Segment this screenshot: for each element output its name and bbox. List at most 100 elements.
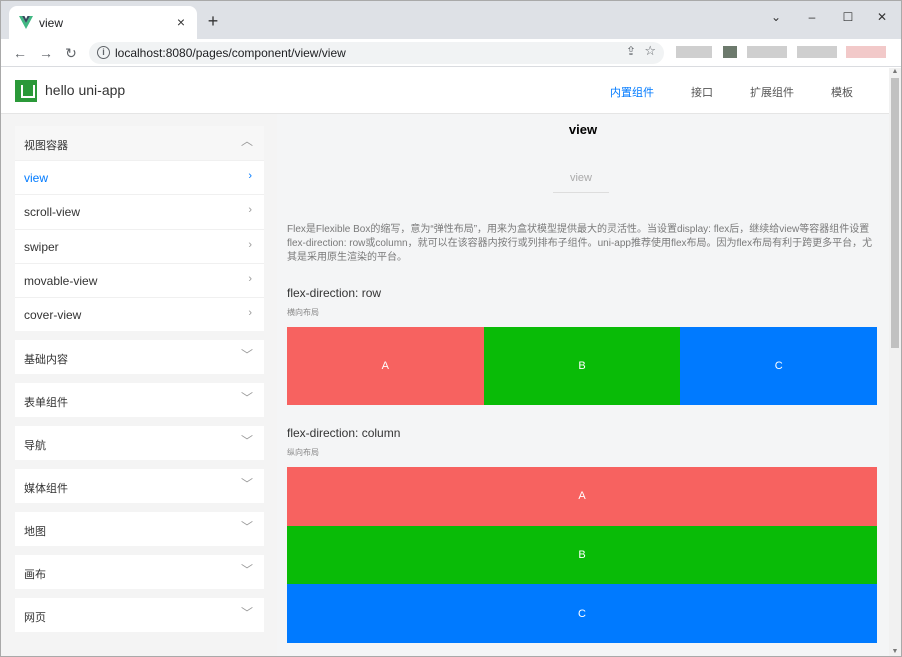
- sidebar-item-label: movable-view: [24, 273, 98, 288]
- sidebar-group-map[interactable]: 地图 ﹀: [15, 512, 264, 546]
- sidebar-group-header[interactable]: 导航 ﹀: [15, 426, 264, 460]
- chevron-down-icon: ﹀: [240, 563, 253, 577]
- chevron-right-icon: ›: [248, 170, 252, 182]
- vue-logo-icon: [19, 16, 33, 29]
- page-scrollbar[interactable]: ▲ ▼: [889, 68, 901, 656]
- box-b: B: [287, 525, 877, 585]
- reload-icon[interactable]: ↻: [62, 44, 80, 62]
- flex-column-demo: A B C: [287, 467, 877, 644]
- window-close-icon[interactable]: ✕: [867, 7, 897, 27]
- scrollbar-thumb[interactable]: [891, 78, 899, 348]
- sidebar-group-navigation[interactable]: 导航 ﹀: [15, 426, 264, 460]
- sidebar-item-label: view: [24, 171, 49, 185]
- sidebar-item-label: scroll-view: [24, 205, 81, 220]
- column-section-title: flex-direction: column: [287, 426, 401, 440]
- row-section-subtitle: 横向布局: [287, 308, 319, 317]
- tab-strip: view × + ⌄ – ☐ ✕: [1, 1, 901, 39]
- browser-toolbar: ← → ↻ i localhost:8080/pages/component/v…: [1, 39, 901, 67]
- box-c: C: [287, 584, 877, 644]
- chevron-down-icon: ﹀: [240, 606, 253, 620]
- sidebar-item-label: cover-view: [24, 308, 82, 323]
- chevron-down-icon: ﹀: [240, 434, 253, 448]
- sidebar-group-header[interactable]: 网页 ﹀: [15, 598, 264, 632]
- box-b: B: [483, 327, 681, 405]
- sidebar-item-label: swiper: [24, 239, 59, 254]
- tab-title: view: [39, 16, 64, 30]
- flex-description: Flex是Flexible Box的缩写，意为“弹性布局”，用来为盒状模型提供最…: [287, 224, 873, 263]
- sidebar-group-webview[interactable]: 网页 ﹀: [15, 598, 264, 632]
- scroll-down-arrow-icon[interactable]: ▼: [891, 648, 899, 656]
- content-panel: view view Flex是Flexible Box的缩写，意为“弹性布局”，…: [277, 114, 889, 656]
- sidebar-group-label: 基础内容: [24, 354, 68, 366]
- flex-row-demo: A B C: [287, 327, 878, 405]
- back-icon[interactable]: ←: [11, 44, 29, 62]
- chevron-down-icon: ﹀: [240, 520, 253, 534]
- sidebar-group-view-containers: 视图容器 ︿ view › scroll-view › swiper › mov…: [15, 126, 264, 332]
- sidebar-group-label: 媒体组件: [24, 483, 68, 495]
- sidebar-group-label: 画布: [24, 569, 46, 581]
- chevron-right-icon: ›: [248, 272, 252, 285]
- chevron-right-icon: ›: [248, 238, 252, 251]
- address-bar[interactable]: i localhost:8080/pages/component/view/vi…: [89, 42, 664, 64]
- sidebar-group-label: 网页: [24, 612, 46, 624]
- sidebar-group-label: 地图: [24, 526, 46, 538]
- new-tab-icon[interactable]: +: [204, 12, 222, 31]
- sidebar-group-label: 导航: [24, 440, 46, 452]
- uniapp-logo-icon: [15, 80, 37, 102]
- sidebar-group-header[interactable]: 视图容器 ︿: [15, 126, 264, 160]
- browser-tab[interactable]: view ×: [9, 6, 197, 39]
- sidebar-item-view[interactable]: view ›: [15, 160, 264, 194]
- chevron-down-icon: ﹀: [240, 477, 253, 491]
- maximize-icon[interactable]: ☐: [833, 7, 863, 27]
- sidebar-group-media[interactable]: 媒体组件 ﹀: [15, 469, 264, 503]
- box-a: A: [287, 327, 484, 405]
- sidebar-group-label: 视图容器: [24, 140, 68, 152]
- browser-window: view × + ⌄ – ☐ ✕ ← → ↻ i localhost:8080/…: [0, 0, 902, 657]
- sidebar-group-label: 表单组件: [24, 397, 68, 409]
- minimize-icon[interactable]: –: [797, 7, 827, 27]
- chevron-up-icon: ︿: [240, 134, 253, 148]
- sidebar-group-header[interactable]: 表单组件 ﹀: [15, 383, 264, 417]
- app-header: hello uni-app 内置组件 接口 扩展组件 模板: [1, 68, 889, 114]
- sidebar-group-basic-content[interactable]: 基础内容 ﹀: [15, 340, 264, 374]
- extension-icon[interactable]: [676, 46, 712, 58]
- app-title: hello uni-app: [45, 82, 126, 98]
- extension-icon[interactable]: [797, 46, 837, 58]
- nav-templates[interactable]: 模板: [831, 84, 853, 100]
- bookmark-star-icon[interactable]: ☆: [644, 43, 656, 59]
- profile-avatar[interactable]: [846, 46, 886, 58]
- content-body: view Flex是Flexible Box的缩写，意为“弹性布局”，用来为盒状…: [277, 147, 889, 656]
- sidebar-item-cover-view[interactable]: cover-view ›: [15, 297, 264, 331]
- sidebar-group-header[interactable]: 画布 ﹀: [15, 555, 264, 589]
- nav-extended-components[interactable]: 扩展组件: [750, 84, 794, 100]
- sidebar-group-header[interactable]: 地图 ﹀: [15, 512, 264, 546]
- view-demo-label: view: [553, 172, 609, 193]
- sidebar-item-movable-view[interactable]: movable-view ›: [15, 262, 264, 297]
- sidebar: 视图容器 ︿ view › scroll-view › swiper › mov…: [1, 114, 277, 656]
- nav-api[interactable]: 接口: [691, 84, 713, 100]
- box-a: A: [287, 467, 877, 526]
- column-section-subtitle: 纵向布局: [287, 448, 319, 457]
- scroll-up-arrow-icon[interactable]: ▲: [891, 68, 899, 76]
- site-info-icon[interactable]: i: [97, 46, 110, 59]
- sidebar-item-swiper[interactable]: swiper ›: [15, 228, 264, 263]
- row-section-title: flex-direction: row: [287, 286, 382, 300]
- box-c: C: [680, 327, 878, 405]
- sidebar-item-scroll-view[interactable]: scroll-view ›: [15, 194, 264, 228]
- nav-builtin-components[interactable]: 内置组件: [610, 84, 654, 100]
- chevron-right-icon: ›: [248, 204, 252, 217]
- tab-close-icon[interactable]: ×: [173, 14, 189, 30]
- extension-icon[interactable]: [747, 46, 787, 58]
- chevron-right-icon: ›: [248, 307, 252, 320]
- sidebar-group-header[interactable]: 媒体组件 ﹀: [15, 469, 264, 503]
- sidebar-group-form-components[interactable]: 表单组件 ﹀: [15, 383, 264, 417]
- chevron-down-icon: ﹀: [240, 348, 253, 362]
- tab-search-dropdown-icon[interactable]: ⌄: [761, 7, 791, 27]
- chevron-down-icon: ﹀: [240, 391, 253, 405]
- sidebar-group-canvas[interactable]: 画布 ﹀: [15, 555, 264, 589]
- sidebar-group-header[interactable]: 基础内容 ﹀: [15, 340, 264, 374]
- forward-icon[interactable]: →: [37, 44, 55, 62]
- url-text[interactable]: localhost:8080/pages/component/view/view: [115, 46, 346, 60]
- extension-icon[interactable]: [723, 46, 737, 58]
- share-icon[interactable]: ⇪: [626, 44, 636, 58]
